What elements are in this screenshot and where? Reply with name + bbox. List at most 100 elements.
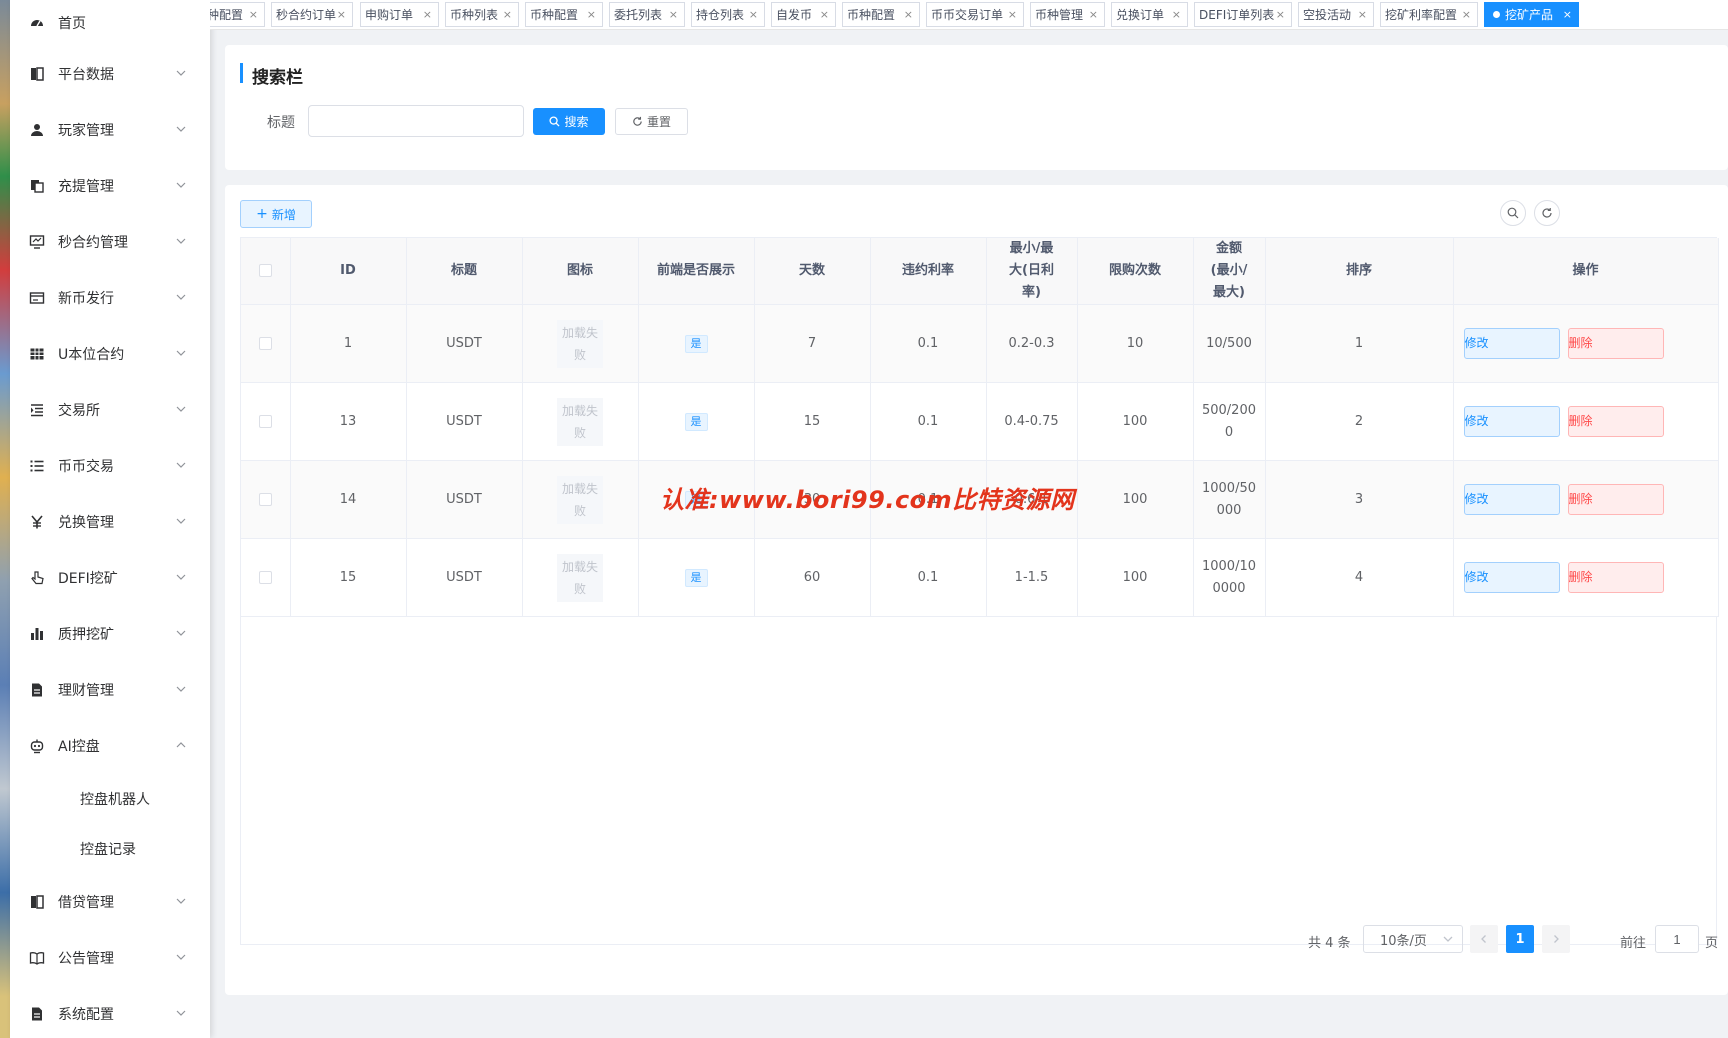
sidebar-item[interactable]: 质押挖矿 (10, 606, 210, 662)
tabs-bar: 币种配置×秒合约订单×申购订单×币种列表×币种配置×委托列表×持仓列表×自发币×… (210, 0, 1728, 30)
page-number-button[interactable]: 1 (1506, 925, 1534, 953)
sidebar-item[interactable]: 币币交易 (10, 438, 210, 494)
close-icon[interactable]: × (423, 8, 432, 21)
reset-button-label: 重置 (646, 115, 671, 129)
table-cell: 4 (1265, 538, 1454, 617)
column-header: 操作 (1453, 238, 1719, 305)
refresh-button[interactable] (1534, 200, 1560, 226)
edit-button[interactable]: 修改 (1463, 562, 1560, 593)
sidebar-item[interactable]: AI控盘 (10, 718, 210, 774)
delete-button[interactable]: 删除 (1567, 406, 1664, 437)
edit-button[interactable]: 修改 (1463, 406, 1560, 437)
chevron-down-icon (174, 570, 188, 584)
sidebar-item[interactable]: 系统配置 (10, 986, 210, 1038)
tab[interactable]: 委托列表 × (609, 2, 685, 27)
delete-button[interactable]: 删除 (1567, 484, 1664, 515)
reset-button[interactable]: 重置 (615, 108, 688, 135)
close-icon[interactable]: × (749, 8, 758, 21)
select-all-checkbox[interactable] (258, 264, 272, 277)
tab[interactable]: 币种配置 × (842, 2, 920, 27)
column-header: 标题 (406, 238, 523, 305)
tab[interactable]: 币种管理 × (1030, 2, 1105, 27)
tab[interactable]: DEFI订单列表 × (1194, 2, 1292, 27)
chevron-down-icon (174, 514, 188, 528)
row-select-cell (241, 538, 291, 617)
sidebar-item[interactable]: DEFI挖矿 (10, 550, 210, 606)
cell-value: 1 (1354, 335, 1364, 351)
cell-value: 0.1 (917, 335, 939, 351)
cell-value: USDT (446, 335, 482, 351)
tab[interactable]: 币种配置 × (210, 2, 265, 27)
tab[interactable]: 自发币 × (771, 2, 836, 27)
row-checkbox[interactable] (258, 414, 272, 428)
toggle-search-button[interactable] (1500, 200, 1526, 226)
close-icon[interactable]: × (1008, 8, 1017, 21)
close-icon[interactable]: × (587, 8, 596, 21)
search-button[interactable]: 搜索 (533, 108, 605, 135)
sidebar-item[interactable]: U本位合约 (10, 326, 210, 382)
sidebar-item[interactable]: 平台数据 (10, 46, 210, 102)
sidebar-item[interactable]: 首页 (10, 0, 210, 46)
tab[interactable]: 申购订单 × (360, 2, 439, 27)
sidebar-item[interactable]: 秒合约管理 (10, 214, 210, 270)
sidebar-item[interactable]: 充提管理 (10, 158, 210, 214)
close-icon[interactable]: × (1089, 8, 1098, 21)
close-icon[interactable]: × (904, 8, 913, 21)
tab[interactable]: 秒合约订单 × (271, 2, 353, 27)
column-header: 天数 (754, 238, 871, 305)
close-icon[interactable]: × (1462, 8, 1471, 21)
table-cell: USDT (406, 304, 523, 383)
delete-button[interactable]: 删除 (1567, 328, 1664, 359)
goto-page-input[interactable] (1655, 925, 1699, 953)
sidebar-item[interactable]: 公告管理 (10, 930, 210, 986)
tab[interactable]: 持仓列表 × (691, 2, 765, 27)
close-icon[interactable]: × (337, 8, 346, 21)
title-search-input[interactable] (308, 105, 524, 137)
delete-button[interactable]: 删除 (1567, 562, 1664, 593)
sidebar-item[interactable]: 理财管理 (10, 662, 210, 718)
close-icon[interactable]: × (1276, 8, 1285, 21)
sidebar-item[interactable]: 玩家管理 (10, 102, 210, 158)
tab[interactable]: 挖矿产品 × (1484, 2, 1579, 27)
sidebar-item[interactable]: 兑换管理 (10, 494, 210, 550)
close-icon[interactable]: × (1172, 8, 1181, 21)
tab[interactable]: 空投活动 × (1298, 2, 1374, 27)
column-header: 金额(最小/最大) (1193, 238, 1266, 305)
row-checkbox[interactable] (258, 336, 272, 350)
close-icon[interactable]: × (1563, 8, 1572, 21)
tab[interactable]: 兑换订单 × (1111, 2, 1188, 27)
tab[interactable]: 币币交易订单 × (926, 2, 1024, 27)
chevron-down-icon (174, 290, 188, 304)
edit-button[interactable]: 修改 (1463, 328, 1560, 359)
close-icon[interactable]: × (820, 8, 829, 21)
prev-page-button[interactable] (1470, 925, 1498, 953)
close-icon[interactable]: × (1358, 8, 1367, 21)
add-button[interactable]: + 新增 (240, 200, 312, 228)
sidebar-item[interactable]: 借贷管理 (10, 874, 210, 930)
page-size-select[interactable]: 10条/页 (1363, 925, 1463, 953)
cell-value: USDT (446, 413, 482, 429)
dashboard-icon (28, 14, 46, 32)
chevron-down-icon (174, 1006, 188, 1020)
sidebar-subitem[interactable]: 控盘机器人 (10, 774, 210, 824)
tab[interactable]: 币种列表 × (445, 2, 519, 27)
tab[interactable]: 挖矿利率配置 × (1380, 2, 1478, 27)
close-icon[interactable]: × (669, 8, 678, 21)
table-cell: 1-1.5 (986, 538, 1078, 617)
chevron-down-icon (174, 346, 188, 360)
chevron-down-icon (1443, 936, 1453, 942)
close-icon[interactable]: × (249, 8, 258, 21)
sidebar-item[interactable]: 交易所 (10, 382, 210, 438)
row-checkbox[interactable] (258, 570, 272, 584)
table-icon (28, 345, 46, 363)
table-row: 13 USDT 加载失败 是 15 0.1 0.4-0.75 100 500/2000 2 修改 删除 (241, 382, 1719, 461)
cell-value: 0.1 (917, 569, 939, 585)
edit-button[interactable]: 修改 (1463, 484, 1560, 515)
tab[interactable]: 币种配置 × (525, 2, 603, 27)
sidebar-item[interactable]: 新币发行 (10, 270, 210, 326)
close-icon[interactable]: × (503, 8, 512, 21)
sidebar-subitem[interactable]: 控盘记录 (10, 824, 210, 874)
next-page-button[interactable] (1542, 925, 1570, 953)
row-checkbox[interactable] (258, 492, 272, 506)
copy-icon (28, 177, 46, 195)
